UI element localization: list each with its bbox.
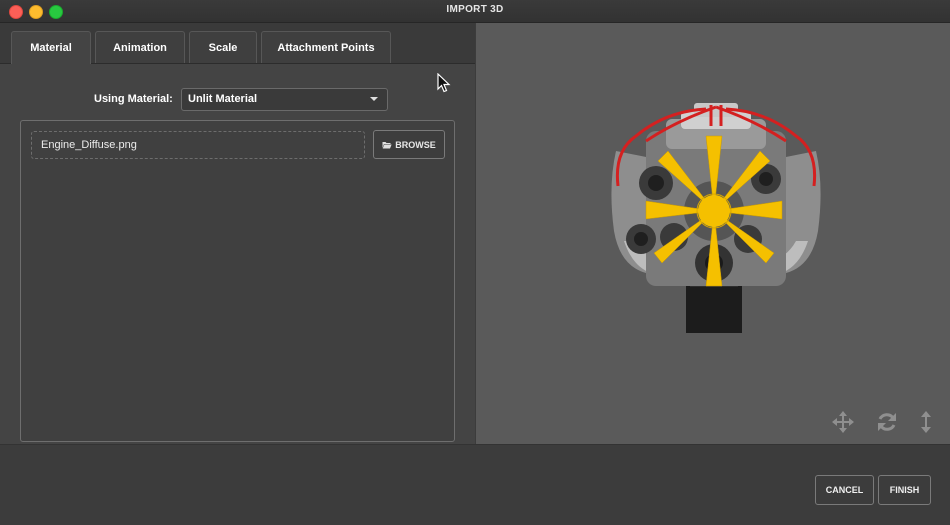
window-title: IMPORT 3D	[446, 4, 504, 15]
title-bar: IMPORT 3D	[0, 0, 950, 23]
tab-bar: Material Animation Scale Attachment Poin…	[0, 23, 475, 64]
chevron-down-icon	[370, 97, 378, 101]
material-select[interactable]: Unlit Material	[181, 88, 388, 111]
material-select-value: Unlit Material	[188, 93, 258, 105]
folder-open-icon	[382, 141, 392, 149]
texture-file-field[interactable]: Engine_Diffuse.png	[31, 131, 365, 159]
dialog-footer: CANCEL FINISH	[0, 444, 950, 525]
cancel-button[interactable]: CANCEL	[815, 475, 874, 505]
browse-button[interactable]: BROWSE	[373, 130, 445, 159]
rotate-icon[interactable]	[876, 411, 898, 433]
finish-button[interactable]: FINISH	[878, 475, 931, 505]
tab-animation[interactable]: Animation	[95, 31, 185, 63]
mouse-pointer-icon	[437, 73, 451, 93]
move-icon[interactable]	[832, 411, 854, 433]
tab-attachment-points[interactable]: Attachment Points	[261, 31, 391, 63]
tab-scale[interactable]: Scale	[189, 31, 257, 63]
browse-label: BROWSE	[395, 139, 436, 150]
tab-material[interactable]: Material	[11, 31, 91, 64]
settings-pane: Material Animation Scale Attachment Poin…	[0, 23, 475, 444]
3d-viewport[interactable]	[476, 23, 950, 444]
vertical-resize-icon[interactable]	[919, 411, 933, 433]
engine-model	[611, 103, 821, 333]
texture-panel: Engine_Diffuse.png BROWSE	[20, 120, 455, 442]
using-material-label: Using Material:	[94, 93, 173, 105]
